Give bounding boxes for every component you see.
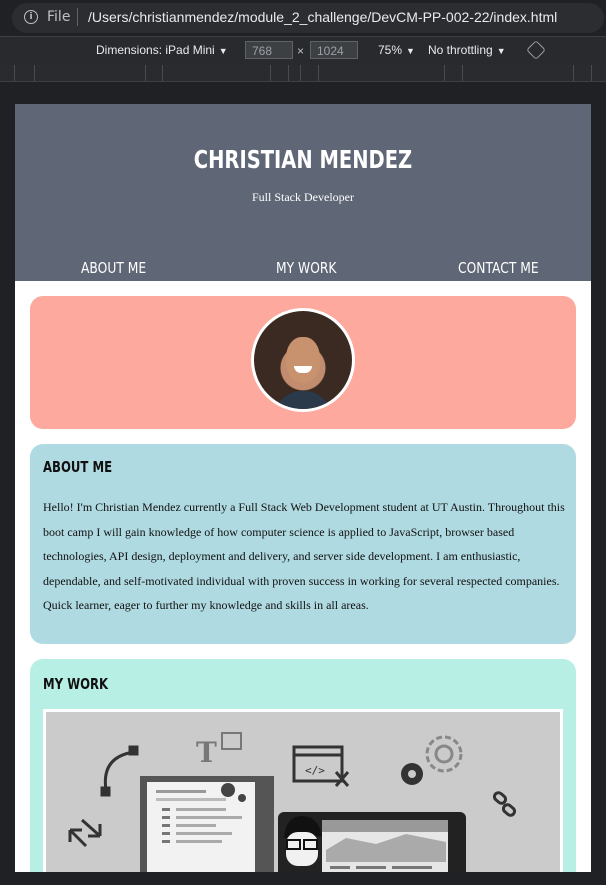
site-subtitle: Full Stack Developer (252, 190, 354, 204)
work-image[interactable]: T </> (43, 709, 563, 872)
url-text[interactable]: /Users/christianmendez/module_2_challeng… (88, 9, 557, 25)
throttling-select[interactable]: No throttling ▼ (428, 43, 506, 57)
avatar-face (286, 337, 320, 383)
caret-down-icon: ▼ (406, 46, 415, 56)
throttling-label: No throttling (428, 43, 493, 57)
avatar (251, 308, 355, 412)
caret-down-icon: ▼ (218, 46, 228, 56)
device-dimensions-select[interactable]: Dimensions: iPad Mini ▼ (96, 43, 228, 57)
zoom-label: 75% (378, 43, 403, 57)
about-text: Hello! I'm Christian Mendez currently a … (43, 500, 565, 612)
device-dimensions-label: Dimensions: iPad Mini (96, 43, 215, 57)
document-illustration (140, 776, 274, 872)
address-bar: i File /Users/christianmendez/module_2_c… (0, 0, 606, 36)
nav-contact-me[interactable]: CONTACT ME (458, 259, 539, 277)
about-heading: ABOUT ME (43, 458, 113, 476)
link-icon (492, 791, 517, 817)
info-icon[interactable]: i (24, 10, 38, 24)
ruler-segment[interactable] (573, 65, 574, 81)
site-title: CHRISTIAN MENDEZ (193, 145, 413, 174)
avatar-shirt (274, 391, 332, 409)
nav-about-me[interactable]: ABOUT ME (81, 259, 146, 277)
height-input[interactable]: 1024 (310, 41, 358, 59)
ruler-segment[interactable] (14, 65, 15, 81)
arrows-icon (68, 818, 102, 848)
ruler-segment[interactable] (34, 65, 35, 81)
developer-avatar-illustration (284, 816, 322, 866)
scheme-label: File (47, 9, 71, 25)
bezier-icon (100, 745, 139, 797)
about-card: ABOUT ME Hello! I'm Christian Mendez cur… (30, 444, 576, 644)
work-illustration: T </> (46, 712, 560, 872)
dimension-separator: × (297, 44, 305, 58)
code-tag-text: </> (305, 764, 325, 777)
profile-card (30, 296, 576, 429)
ruler-segment[interactable] (462, 65, 463, 81)
width-input[interactable]: 768 (245, 41, 293, 59)
ruler-segment[interactable] (591, 65, 592, 81)
rotate-icon[interactable] (526, 40, 546, 60)
type-icon: T (196, 736, 217, 769)
device-viewport: CHRISTIAN MENDEZ Full Stack Developer AB… (15, 104, 591, 872)
ruler-segment[interactable] (162, 65, 163, 81)
address-divider (77, 8, 78, 26)
profile-photo (254, 311, 352, 409)
ruler-segment[interactable] (145, 65, 146, 81)
ruler-segment[interactable] (300, 65, 301, 81)
layout-icon (221, 732, 242, 750)
media-query-ruler (0, 65, 606, 82)
ruler-segment[interactable] (288, 65, 289, 81)
code-window-icon: </> (292, 745, 344, 783)
nav-my-work[interactable]: MY WORK (276, 259, 337, 277)
device-toolbar: Dimensions: iPad Mini ▼ 768 × 1024 75% ▼ N… (0, 36, 606, 66)
caret-down-icon: ▼ (496, 46, 506, 56)
gear-icon (401, 735, 463, 785)
work-heading: MY WORK (43, 675, 109, 693)
zoom-select[interactable]: 75% ▼ (378, 43, 415, 57)
ruler-segment[interactable] (270, 65, 271, 81)
work-illustration-svg: T </> (68, 732, 517, 872)
ruler-segment[interactable] (444, 65, 445, 81)
site-header: CHRISTIAN MENDEZ Full Stack Developer AB… (15, 104, 591, 281)
work-card: MY WORK T </> (30, 659, 576, 872)
ruler-segment[interactable] (318, 65, 319, 81)
